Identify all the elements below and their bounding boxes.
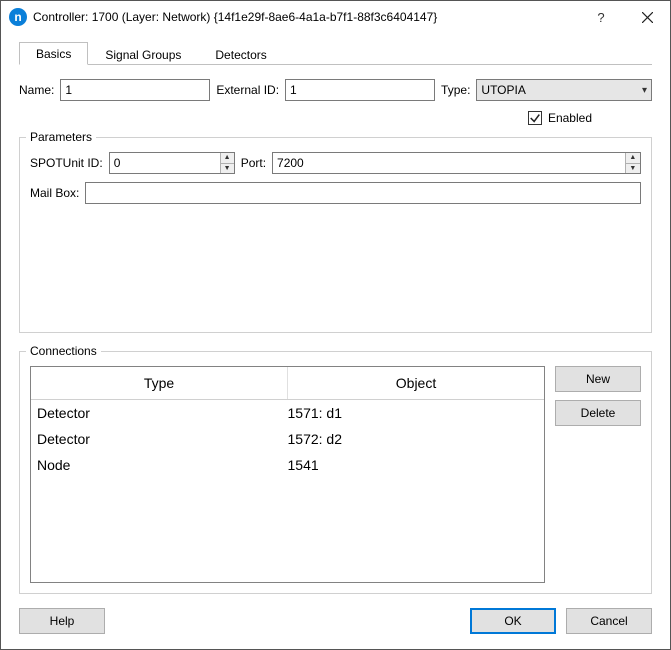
cell-type: Detector xyxy=(37,405,288,421)
titlebar: n Controller: 1700 (Layer: Network) {14f… xyxy=(1,1,670,33)
spotunit-label: SPOTUnit ID: xyxy=(30,156,103,170)
port-stepper[interactable]: ▲▼ xyxy=(272,152,641,174)
help-icon[interactable]: ? xyxy=(578,1,624,33)
chevron-down-icon[interactable]: ▼ xyxy=(221,164,234,174)
new-button[interactable]: New xyxy=(555,366,641,392)
chevron-up-icon[interactable]: ▲ xyxy=(221,153,234,164)
type-value: UTOPIA xyxy=(481,83,525,97)
close-icon[interactable] xyxy=(624,1,670,33)
connections-title: Connections xyxy=(26,344,101,358)
cell-object: 1572: d2 xyxy=(288,431,539,447)
help-button[interactable]: Help xyxy=(19,608,105,634)
mailbox-label: Mail Box: xyxy=(30,186,79,200)
cancel-button[interactable]: Cancel xyxy=(566,608,652,634)
enabled-checkbox[interactable] xyxy=(528,111,542,125)
spotunit-spin-buttons[interactable]: ▲▼ xyxy=(220,153,234,173)
cell-type: Detector xyxy=(37,431,288,447)
cell-type: Node xyxy=(37,457,288,473)
app-icon: n xyxy=(9,8,27,26)
ok-button[interactable]: OK xyxy=(470,608,556,634)
column-object[interactable]: Object xyxy=(288,367,544,399)
delete-button[interactable]: Delete xyxy=(555,400,641,426)
type-select[interactable]: UTOPIA ▾ xyxy=(476,79,652,101)
table-row[interactable]: Detector 1571: d1 xyxy=(31,400,544,426)
enabled-label: Enabled xyxy=(548,111,592,125)
name-label: Name: xyxy=(19,83,54,97)
tabs: Basics Signal Groups Detectors xyxy=(19,41,652,65)
port-spin-buttons[interactable]: ▲▼ xyxy=(625,153,640,173)
cell-object: 1541 xyxy=(288,457,539,473)
port-label: Port: xyxy=(241,156,266,170)
tab-basics[interactable]: Basics xyxy=(19,42,88,65)
cell-object: 1571: d1 xyxy=(288,405,539,421)
chevron-down-icon: ▾ xyxy=(642,85,647,96)
connections-group: Connections Type Object Detector 1571: d… xyxy=(19,351,652,594)
external-id-label: External ID: xyxy=(216,83,279,97)
external-id-input[interactable] xyxy=(285,79,435,101)
column-type[interactable]: Type xyxy=(31,367,288,399)
spotunit-input[interactable] xyxy=(110,153,220,173)
connections-table: Type Object Detector 1571: d1 Detector 1… xyxy=(30,366,545,583)
type-label: Type: xyxy=(441,83,470,97)
table-row[interactable]: Detector 1572: d2 xyxy=(31,426,544,452)
table-row[interactable]: Node 1541 xyxy=(31,452,544,478)
parameters-title: Parameters xyxy=(26,130,96,144)
spotunit-stepper[interactable]: ▲▼ xyxy=(109,152,235,174)
parameters-group: Parameters SPOTUnit ID: ▲▼ Port: ▲▼ Mail… xyxy=(19,137,652,333)
mailbox-input[interactable] xyxy=(85,182,641,204)
port-input[interactable] xyxy=(273,153,625,173)
window-title: Controller: 1700 (Layer: Network) {14f1e… xyxy=(33,10,578,24)
tab-detectors[interactable]: Detectors xyxy=(198,43,283,65)
chevron-up-icon[interactable]: ▲ xyxy=(626,153,640,164)
name-input[interactable] xyxy=(60,79,210,101)
tab-signal-groups[interactable]: Signal Groups xyxy=(88,43,198,65)
connections-header: Type Object xyxy=(31,367,544,400)
chevron-down-icon[interactable]: ▼ xyxy=(626,164,640,174)
